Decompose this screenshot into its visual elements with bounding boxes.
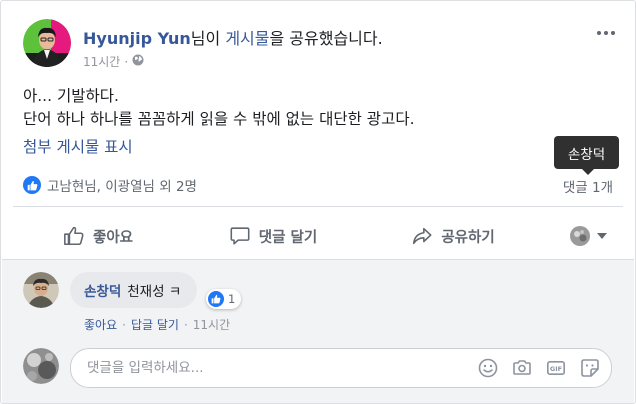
action-bar: 좋아요 댓글 달기 공유하기 (13, 216, 623, 256)
current-user-avatar[interactable] (23, 348, 59, 384)
comment-bubble: 손창덕 천재성 ㅋ (70, 272, 198, 308)
view-attachment-link[interactable]: 첨부 게시물 표시 (23, 135, 133, 157)
post-header-line: Hyunjip Yun님이 게시물을 공유했습니다. (83, 25, 383, 49)
thumbs-up-icon (64, 226, 84, 246)
reaction-summary[interactable]: 고남현님, 이광열님 외 2명 (23, 175, 197, 195)
comment-timestamp[interactable]: 11시간 (193, 316, 230, 333)
post-card: Hyunjip Yun님이 게시물을 공유했습니다. 11시간 · 아... 기… (0, 0, 636, 404)
post-timestamp[interactable]: 11시간 (83, 53, 120, 70)
like-reaction-icon (23, 176, 41, 194)
comment-actions: 좋아요 · 답글 달기 · 11시간 (84, 316, 230, 333)
comment-label: 댓글 달기 (258, 229, 318, 246)
divider (13, 206, 623, 207)
profile-thumb-icon (570, 226, 590, 246)
commenter-avatar[interactable] (23, 272, 59, 308)
comment-author-link[interactable]: 손창덕 (84, 280, 121, 300)
author-name-link[interactable]: Hyunjip Yun (83, 29, 191, 48)
svg-text:GIF: GIF (550, 365, 562, 373)
comment-like-link[interactable]: 좋아요 (84, 316, 117, 333)
share-label: 공유하기 (441, 229, 495, 246)
audience-selector[interactable] (569, 225, 607, 247)
comment-button[interactable]: 댓글 달기 (183, 216, 363, 256)
comment-count-link[interactable]: 댓글 1개 (563, 176, 613, 196)
shared-post-link[interactable]: 게시물 (225, 29, 269, 48)
separator: · (122, 317, 126, 332)
comment-reply-link[interactable]: 답글 달기 (131, 316, 179, 333)
post-body: 아... 기발하다. 단어 하나 하나를 꼼꼼하게 읽을 수 밖에 없는 대단한… (23, 85, 415, 131)
camera-icon[interactable] (511, 357, 533, 379)
sticker-icon[interactable] (579, 357, 601, 379)
reaction-names[interactable]: 고남현님, 이광열님 외 2명 (47, 175, 197, 195)
post-options-button[interactable] (591, 23, 621, 43)
comment-input[interactable] (85, 359, 469, 377)
like-reaction-icon (208, 291, 224, 307)
header-text-2: 을 공유했습니다. (269, 29, 383, 48)
like-label: 좋아요 (92, 229, 134, 246)
comment-text: 천재성 ㅋ (127, 284, 182, 300)
post-text-line-2: 단어 하나 하나를 꼼꼼하게 읽을 수 밖에 없는 대단한 광고다. (23, 110, 415, 128)
dot (597, 31, 601, 35)
emoji-icon[interactable] (477, 357, 499, 379)
meta-dot: · (124, 54, 129, 69)
comment-reaction-count: 1 (228, 292, 236, 306)
hover-tooltip: 손창덕 (554, 136, 619, 175)
globe-icon[interactable] (132, 54, 144, 69)
like-button[interactable]: 좋아요 (13, 216, 183, 256)
dot (604, 31, 608, 35)
comments-section: 손창덕 천재성 ㅋ 1 좋아요 · 답글 달기 · 11시간 댓글을 입력하세요… (2, 259, 634, 403)
dot (611, 31, 615, 35)
gif-icon[interactable]: GIF (545, 357, 567, 379)
header-text-1: 님이 (190, 29, 226, 48)
composer-icons: GIF (477, 357, 601, 379)
separator: · (183, 317, 188, 332)
comment-icon (230, 227, 250, 245)
post-text-line-1: 아... 기발하다. (23, 87, 119, 105)
author-avatar[interactable] (23, 19, 71, 67)
share-button[interactable]: 공유하기 (363, 216, 543, 256)
comment-reaction-badge[interactable]: 1 (206, 289, 242, 309)
share-arrow-icon (413, 227, 432, 245)
post-meta: 11시간 · (83, 53, 144, 70)
comment-composer: GIF (70, 348, 612, 388)
caret-down-icon (597, 233, 607, 239)
